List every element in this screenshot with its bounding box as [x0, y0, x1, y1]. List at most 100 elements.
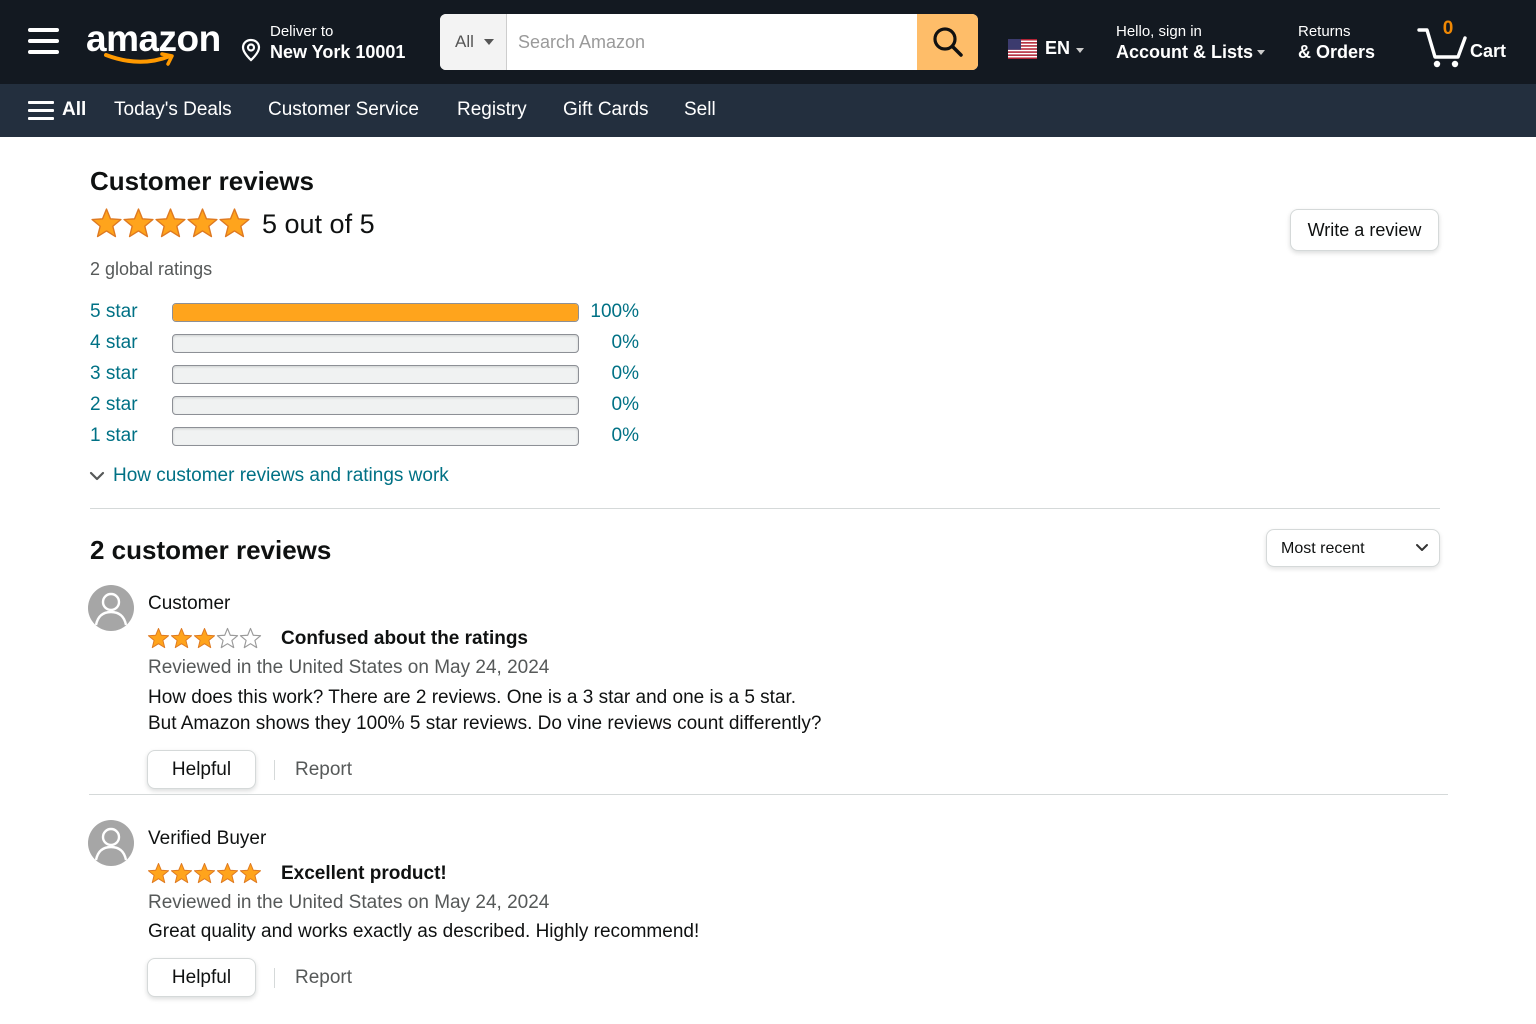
avatar-icon	[88, 820, 134, 866]
review-star-rating	[147, 862, 262, 886]
report-link[interactable]: Report	[295, 759, 352, 781]
search-button[interactable]	[917, 14, 978, 70]
review-title[interactable]: Confused about the ratings	[281, 628, 528, 650]
us-flag-icon	[1008, 39, 1037, 59]
nav-gift-cards[interactable]: Gift Cards	[563, 99, 649, 121]
cart-label: Cart	[1470, 41, 1507, 61]
chevron-down-icon	[89, 471, 105, 481]
histogram-label: 3 star	[90, 363, 138, 384]
review-item: Customer Confused about the ratings Revi…	[88, 585, 1448, 795]
histogram-bar	[172, 427, 579, 446]
review-date: Reviewed in the United States on May 24,…	[148, 657, 550, 678]
logo-smile-icon	[104, 52, 174, 66]
histogram-row-1-star[interactable]: 1 star 0%	[90, 424, 650, 448]
star-filled-icon	[193, 627, 216, 649]
review-divider	[89, 794, 1448, 795]
star-filled-icon	[123, 208, 154, 238]
nav-todays-deals[interactable]: Today's Deals	[114, 99, 232, 121]
star-filled-icon	[193, 862, 216, 884]
language-code: EN	[1045, 38, 1071, 58]
search-bar: All	[440, 14, 978, 70]
star-empty-icon	[216, 627, 239, 649]
histogram-bar	[172, 303, 579, 322]
review-count-heading: 2 customer reviews	[90, 535, 332, 565]
account-lists[interactable]: Hello, sign in Account & Lists	[1116, 20, 1276, 66]
average-rating-text: 5 out of 5	[262, 209, 375, 239]
search-input[interactable]	[507, 14, 917, 70]
top-nav: amazon Deliver to New York 10001 All Sea…	[0, 0, 1536, 84]
histogram-percent: 0%	[611, 394, 639, 415]
histogram-row-5-star[interactable]: 5 star 100%	[90, 300, 650, 324]
chevron-down-icon	[1416, 544, 1428, 551]
menu-icon	[28, 101, 54, 121]
reviewer-name: Customer	[148, 593, 231, 614]
stars-svg	[147, 862, 262, 884]
histogram-bar	[172, 365, 579, 384]
returns-orders[interactable]: Returns & Orders	[1298, 20, 1398, 66]
caret-down-icon	[1257, 50, 1265, 55]
star-filled-icon	[170, 862, 193, 884]
star-filled-icon	[239, 862, 262, 884]
stars-svg	[147, 627, 262, 649]
how-reviews-work-link[interactable]: How customer reviews and ratings work	[88, 464, 468, 488]
review-date: Reviewed in the United States on May 24,…	[148, 892, 550, 913]
review-body-line: But Amazon shows they 100% 5 star review…	[148, 713, 822, 734]
sort-selected-value: Most recent	[1281, 540, 1365, 557]
how-reviews-work-label: How customer reviews and ratings work	[113, 465, 449, 486]
search-category-label: All	[455, 32, 474, 51]
nav-registry[interactable]: Registry	[457, 99, 527, 121]
star-filled-icon	[91, 208, 122, 238]
deliver-location: New York 10001	[270, 42, 406, 62]
hamburger-menu-icon[interactable]	[28, 28, 59, 54]
stars-svg	[91, 208, 250, 238]
review-body-line: Great quality and works exactly as descr…	[148, 921, 700, 942]
search-icon	[933, 27, 963, 57]
location-pin-icon	[241, 38, 261, 62]
sort-dropdown[interactable]: Most recent	[1266, 529, 1440, 567]
histogram-percent: 100%	[590, 301, 639, 322]
histogram-bar-fill	[173, 304, 578, 321]
star-filled-icon	[187, 208, 218, 238]
helpful-button[interactable]: Helpful	[147, 958, 256, 997]
language-selector[interactable]: EN	[1008, 36, 1088, 64]
histogram-label: 2 star	[90, 394, 138, 415]
star-filled-icon	[155, 208, 186, 238]
orders-label: & Orders	[1298, 42, 1376, 62]
histogram-row-2-star[interactable]: 2 star 0%	[90, 393, 650, 417]
histogram-percent: 0%	[611, 332, 639, 353]
histogram-row-3-star[interactable]: 3 star 0%	[90, 362, 650, 386]
section-divider	[90, 508, 1440, 509]
histogram-percent: 0%	[611, 425, 639, 446]
amazon-logo[interactable]: amazon	[86, 16, 221, 70]
caret-down-icon	[484, 39, 494, 45]
caret-down-icon	[1076, 48, 1084, 53]
report-link[interactable]: Report	[295, 967, 352, 989]
nav-sell[interactable]: Sell	[684, 99, 716, 121]
write-review-button[interactable]: Write a review	[1290, 209, 1439, 251]
review-body-line: How does this work? There are 2 reviews.…	[148, 687, 797, 708]
helpful-button[interactable]: Helpful	[147, 750, 256, 789]
average-rating-stars	[90, 207, 250, 241]
deliver-to[interactable]: Deliver to New York 10001	[240, 20, 420, 66]
action-separator	[274, 968, 275, 988]
star-empty-icon	[239, 627, 262, 649]
search-category-dropdown[interactable]: All	[440, 14, 507, 70]
star-filled-icon	[219, 208, 250, 238]
account-greeting: Hello, sign in	[1116, 23, 1202, 40]
all-menu-button[interactable]: All	[28, 98, 98, 124]
histogram-row-4-star[interactable]: 4 star 0%	[90, 331, 650, 355]
histogram-label: 5 star	[90, 301, 138, 322]
star-filled-icon	[216, 862, 239, 884]
review-star-rating	[147, 627, 262, 651]
cart-button[interactable]: 0 Cart	[1416, 16, 1516, 70]
star-filled-icon	[170, 627, 193, 649]
customer-reviews-heading: Customer reviews	[90, 166, 314, 196]
returns-label: Returns	[1298, 23, 1351, 40]
nav-customer-service[interactable]: Customer Service	[268, 99, 419, 121]
star-filled-icon	[147, 627, 170, 649]
avatar-icon	[88, 585, 134, 631]
global-ratings-count: 2 global ratings	[90, 259, 213, 279]
reviewer-name: Verified Buyer	[148, 828, 267, 849]
histogram-label: 1 star	[90, 425, 138, 446]
review-title[interactable]: Excellent product!	[281, 863, 447, 885]
